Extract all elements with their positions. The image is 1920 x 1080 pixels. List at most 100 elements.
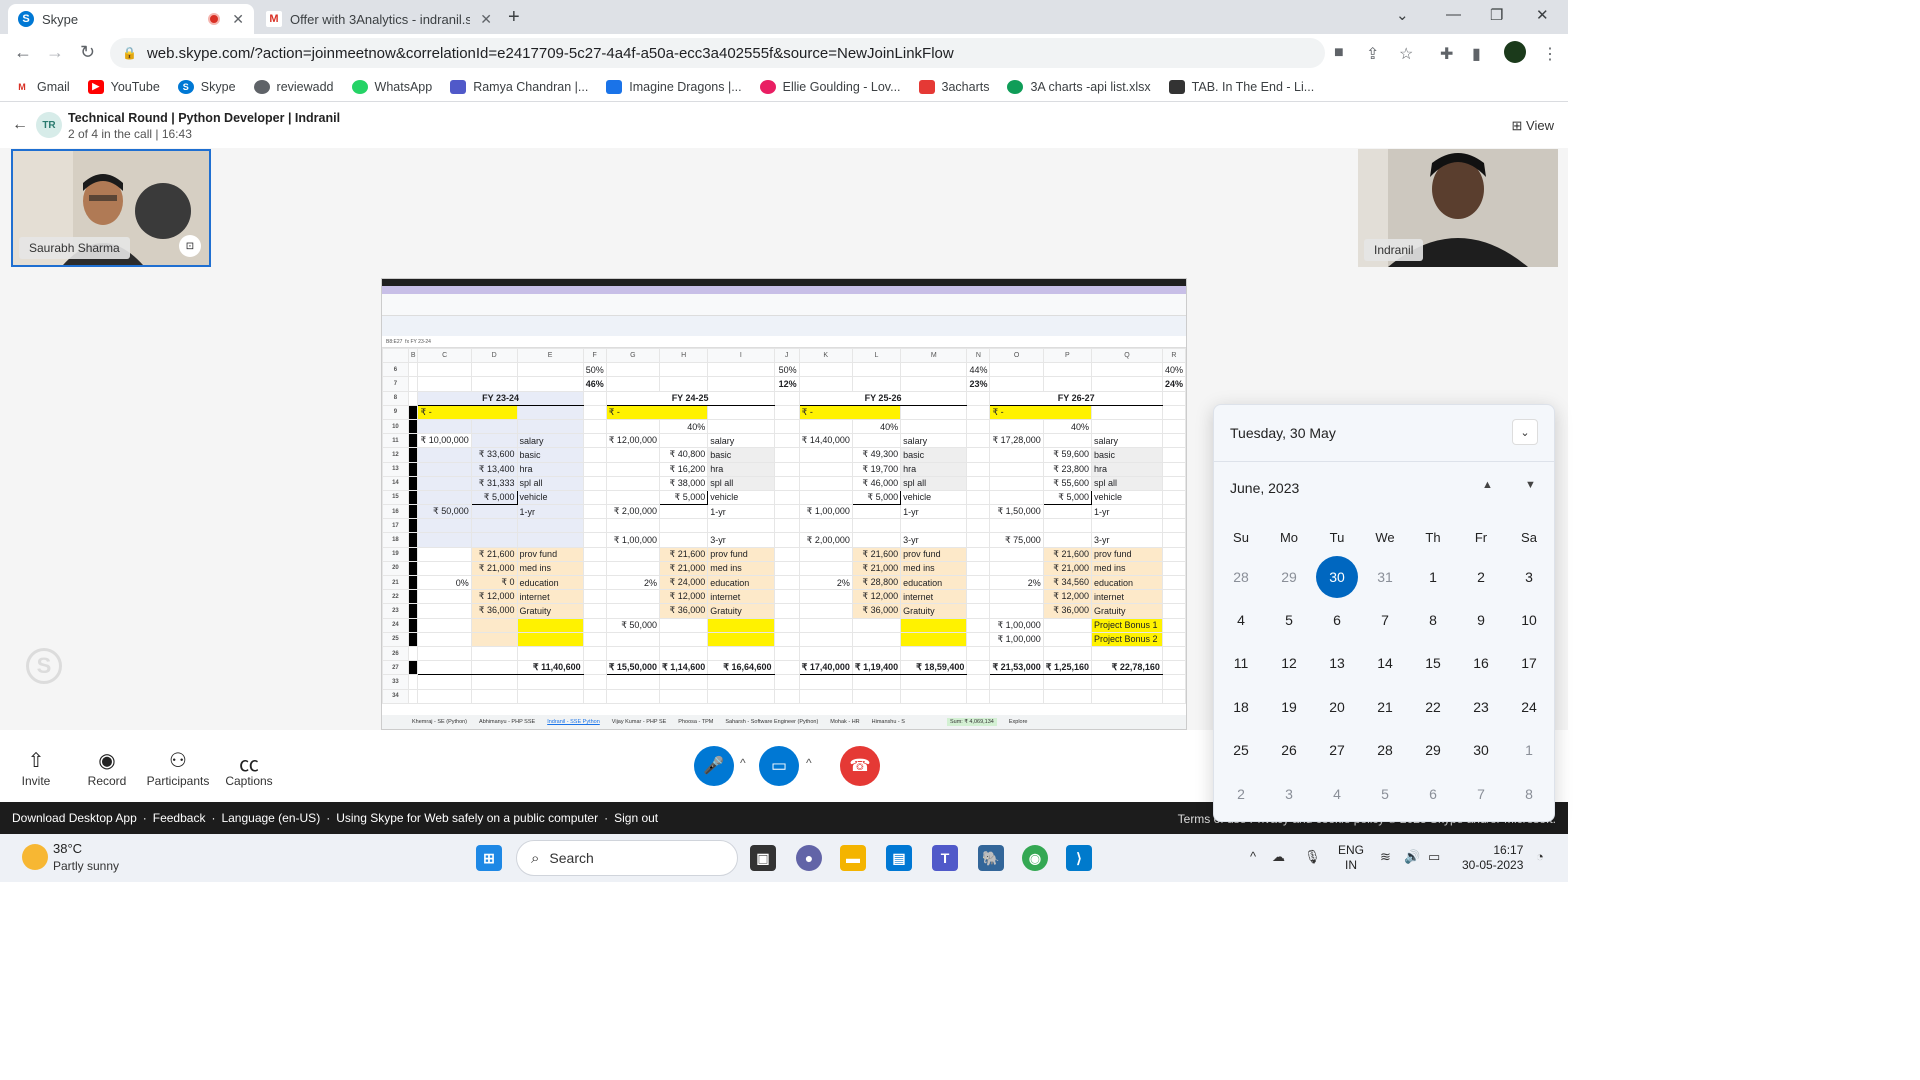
- tab-skype[interactable]: S Skype ✕: [8, 4, 254, 34]
- minimize-button[interactable]: —: [1446, 6, 1461, 23]
- view-button[interactable]: ⊞ View: [1512, 118, 1554, 134]
- reload-icon[interactable]: ↻: [80, 42, 95, 63]
- sum-indicator[interactable]: Sum: ₹ 4,069,134: [946, 718, 997, 726]
- calendar-day[interactable]: 26: [1265, 729, 1313, 772]
- spreadsheet-grid[interactable]: BCDEFGHIJKLMNOPQR 6 50% 50% 44% 40% 7 46% 12% 2…: [382, 347, 1186, 704]
- calendar-day[interactable]: 23: [1457, 685, 1505, 728]
- download-app-link[interactable]: Download Desktop App: [12, 811, 137, 825]
- volume-icon[interactable]: 🔊: [1404, 849, 1420, 865]
- previous-month-button[interactable]: ▲: [1482, 479, 1493, 491]
- tab-gmail[interactable]: M Offer with 3Analytics - indranil.sw ✕: [256, 4, 502, 34]
- calendar-day[interactable]: 24: [1505, 685, 1553, 728]
- clock[interactable]: 16:17 30-05-2023: [1462, 843, 1523, 873]
- calendar-day[interactable]: 3: [1505, 555, 1553, 598]
- calendar-day[interactable]: 1: [1409, 555, 1457, 598]
- cloud-icon[interactable]: ☁: [1272, 849, 1285, 865]
- profile-avatar[interactable]: [1504, 41, 1526, 63]
- file-explorer-icon[interactable]: ▬: [840, 845, 866, 871]
- sheet-tab-active[interactable]: Indranil - SSE Python: [547, 719, 600, 725]
- postgres-icon[interactable]: 🐘: [978, 845, 1004, 871]
- window-close-button[interactable]: ✕: [1536, 6, 1549, 24]
- calendar-day[interactable]: 11: [1217, 642, 1265, 685]
- store-icon[interactable]: ▤: [886, 845, 912, 871]
- sheet-tab[interactable]: Mohak - HR: [830, 719, 859, 725]
- collapse-button[interactable]: ⌄: [1512, 419, 1538, 445]
- pin-icon[interactable]: ⊡: [179, 235, 201, 257]
- calendar-day[interactable]: 6: [1409, 772, 1457, 815]
- calendar-day[interactable]: 28: [1217, 555, 1265, 598]
- camera-button[interactable]: ▭: [759, 746, 799, 786]
- calendar-day[interactable]: 25: [1217, 729, 1265, 772]
- calendar-day[interactable]: 2: [1217, 772, 1265, 815]
- calendar-day[interactable]: 4: [1217, 598, 1265, 641]
- invite-button[interactable]: ⇧ Invite: [1, 748, 71, 788]
- forward-icon[interactable]: →: [46, 42, 64, 63]
- sheet-tab[interactable]: Himanshu - S: [872, 719, 905, 725]
- extensions-icon[interactable]: ✚: [1440, 44, 1453, 64]
- bookmark-whatsapp[interactable]: WhatsApp: [351, 79, 432, 94]
- menu-icon[interactable]: ⋮: [1542, 44, 1558, 64]
- bookmark-tab-in-the-end[interactable]: TAB. In The End - Li...: [1168, 79, 1314, 94]
- language-indicator[interactable]: ENG IN: [1338, 843, 1364, 873]
- calendar-day[interactable]: 16: [1457, 642, 1505, 685]
- bookmark-skype[interactable]: S Skype: [177, 79, 236, 94]
- language-link[interactable]: Language (en-US): [221, 811, 320, 825]
- tab-search-icon[interactable]: ⌄: [1396, 6, 1409, 24]
- bookmark-imagine-dragons[interactable]: Imagine Dragons |...: [606, 79, 742, 94]
- calendar-day[interactable]: 9: [1457, 598, 1505, 641]
- weather-sun-icon[interactable]: [22, 844, 48, 870]
- notifications-icon[interactable]: ◔: [1536, 849, 1544, 864]
- calendar-day[interactable]: 2: [1457, 555, 1505, 598]
- bookmark-3acharts[interactable]: 3acharts: [918, 79, 989, 94]
- calendar-day[interactable]: 31: [1361, 555, 1409, 598]
- back-icon[interactable]: ←: [14, 42, 32, 63]
- share-page-icon[interactable]: ⇪: [1366, 44, 1379, 64]
- bookmark-gmail[interactable]: M Gmail: [14, 79, 70, 94]
- bookmark-youtube[interactable]: ▶ YouTube: [87, 79, 160, 94]
- calendar-day[interactable]: 18: [1217, 685, 1265, 728]
- sheet-tab[interactable]: Phoosa - TPM: [678, 719, 713, 725]
- calendar-day[interactable]: 5: [1265, 598, 1313, 641]
- weather-condition[interactable]: Partly sunny: [53, 859, 119, 873]
- calendar-day[interactable]: 10: [1505, 598, 1553, 641]
- calendar-day[interactable]: 6: [1313, 598, 1361, 641]
- battery-icon[interactable]: ▭: [1428, 849, 1440, 865]
- microphone-icon[interactable]: 🎙: [1304, 849, 1321, 865]
- calendar-day[interactable]: 7: [1361, 598, 1409, 641]
- bookmark-ramya[interactable]: Ramya Chandran |...: [450, 79, 588, 94]
- calendar-day[interactable]: 15: [1409, 642, 1457, 685]
- task-view-icon[interactable]: ▣: [750, 845, 776, 871]
- camera-icon[interactable]: ■: [1334, 44, 1344, 62]
- sign-out-link[interactable]: Sign out: [614, 811, 658, 825]
- end-call-button[interactable]: ☎: [840, 746, 880, 786]
- taskbar-search[interactable]: ⌕ Search: [516, 840, 738, 876]
- bookmark-reviewadd[interactable]: reviewadd: [253, 79, 334, 94]
- address-bar[interactable]: 🔒 web.skype.com/?action=joinmeetnow&corr…: [110, 38, 1325, 68]
- calendar-day[interactable]: 21: [1361, 685, 1409, 728]
- calendar-day[interactable]: 5: [1361, 772, 1409, 815]
- calendar-day[interactable]: 30: [1457, 729, 1505, 772]
- vscode-icon[interactable]: ⟩: [1066, 845, 1092, 871]
- mute-button[interactable]: 🎤: [694, 746, 734, 786]
- weather-temp[interactable]: 38°C: [53, 841, 82, 856]
- chevron-up-icon[interactable]: ^: [806, 756, 812, 770]
- sheet-tab[interactable]: Khemraj - SE (Python): [412, 719, 467, 725]
- bookmark-star-icon[interactable]: ☆: [1399, 44, 1413, 64]
- calendar-day[interactable]: 8: [1409, 598, 1457, 641]
- calendar-day[interactable]: 17: [1505, 642, 1553, 685]
- video-tile-saurabh[interactable]: Saurabh Sharma ⊡: [11, 149, 211, 267]
- video-tile-indranil[interactable]: Indranil: [1358, 149, 1558, 267]
- record-button[interactable]: ◉ Record: [72, 748, 142, 788]
- chrome-icon[interactable]: ◉: [1022, 845, 1048, 871]
- calendar-day[interactable]: 22: [1409, 685, 1457, 728]
- explore-button[interactable]: Explore: [1009, 719, 1028, 725]
- close-icon[interactable]: ✕: [232, 11, 244, 28]
- chat-icon[interactable]: ●: [796, 845, 822, 871]
- calendar-day[interactable]: 27: [1313, 729, 1361, 772]
- sheet-tab[interactable]: Vijay Kumar - PHP SE: [612, 719, 667, 725]
- bookmark-ellie-goulding[interactable]: Ellie Goulding - Lov...: [759, 79, 901, 94]
- calendar-day[interactable]: 13: [1313, 642, 1361, 685]
- calendar-day[interactable]: 28: [1361, 729, 1409, 772]
- calendar-day[interactable]: 4: [1313, 772, 1361, 815]
- participants-button[interactable]: ⚇ Participants: [143, 748, 213, 788]
